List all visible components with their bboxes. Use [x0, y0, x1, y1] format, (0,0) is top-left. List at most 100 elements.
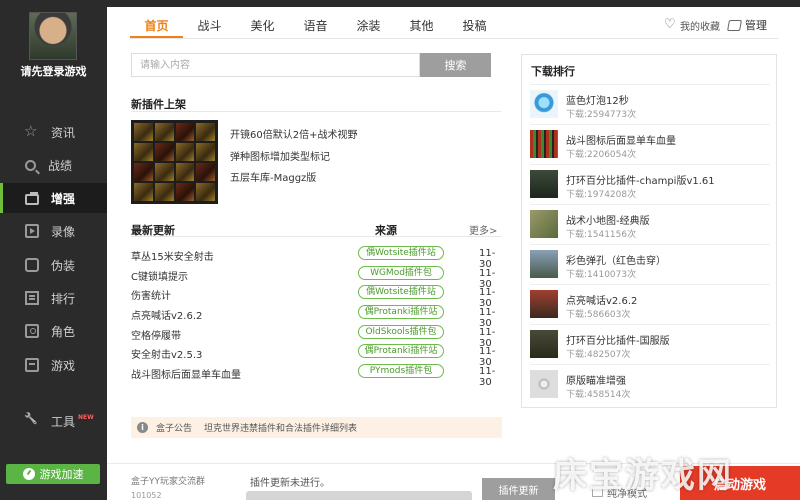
tab-battle[interactable]: 战斗	[183, 14, 236, 38]
search-input[interactable]	[131, 53, 420, 77]
plugin-thumbnail	[530, 170, 558, 198]
plugin-thumbnail	[530, 210, 558, 238]
sidebar-item-tools[interactable]: 工具 NEW	[0, 406, 107, 436]
sidebar-item-record[interactable]: 战绩	[0, 150, 107, 180]
more-link[interactable]: 更多>	[469, 222, 497, 237]
search-button[interactable]: 搜索	[420, 53, 491, 77]
source-badge[interactable]: 偶Protanki插件站	[358, 344, 444, 358]
list-item[interactable]: 彩色弹孔（红色击穿） 下载:1410073次	[530, 244, 770, 284]
update-name[interactable]: 伤害统计	[131, 287, 171, 302]
update-name[interactable]: 草丛15米安全射击	[131, 248, 214, 263]
login-prompt[interactable]: 请先登录游戏	[0, 63, 107, 79]
list-item[interactable]: 战斗图标后面显单车血量 下载:2206054次	[530, 124, 770, 164]
download-name[interactable]: 战术小地图-经典版	[566, 212, 650, 227]
tab-beautify[interactable]: 美化	[236, 14, 289, 38]
update-progress-bar	[246, 491, 472, 500]
sidebar: 请先登录游戏 资讯 战绩 增强 录像 伪装 排行 角色 游戏 工具 NEW 游戏…	[0, 0, 107, 500]
video-icon	[25, 224, 39, 238]
search-icon	[25, 159, 36, 171]
title-bar	[107, 0, 800, 7]
manage-link[interactable]: 管理	[727, 17, 767, 33]
table-row[interactable]: 战斗图标后面显单车血量 PYmods插件包 11-30	[131, 363, 503, 388]
table-row[interactable]: 空格停履带 OldSkools插件包 11-30	[131, 324, 503, 349]
sidebar-item-game[interactable]: 游戏	[0, 350, 107, 380]
download-name[interactable]: 打环百分比插件-国服版	[566, 332, 670, 347]
table-row[interactable]: 草丛15米安全射击 偶Wotsite插件站 11-30	[131, 245, 503, 270]
plugin-thumbnail	[530, 250, 558, 278]
new-plugin-link[interactable]: 弹种图标增加类型标记	[230, 148, 330, 163]
download-count: 下载:482507次	[566, 350, 631, 360]
pure-mode-checkbox[interactable]	[592, 486, 603, 497]
list-item[interactable]: 打环百分比插件-国服版 下载:482507次	[530, 324, 770, 364]
table-row[interactable]: 点亮喊话v2.6.2 偶Protanki插件站 11-30	[131, 304, 503, 329]
speedometer-icon	[22, 468, 35, 480]
table-row[interactable]: C键锁填提示 WGMod插件包 11-30	[131, 265, 503, 290]
download-count: 下载:1410073次	[566, 270, 637, 280]
new-plugin-link[interactable]: 开镜60倍默认2倍+战术视野	[230, 126, 357, 141]
download-ranking-title: 下载排行	[531, 65, 575, 78]
update-name[interactable]: 空格停履带	[131, 327, 181, 342]
sidebar-item-label: 伪装	[51, 258, 76, 273]
tab-home[interactable]: 首页	[130, 14, 183, 38]
download-name[interactable]: 蓝色灯泡12秒	[566, 92, 629, 107]
announcement-text[interactable]: 坦克世界违禁插件和合法插件详细列表	[204, 421, 357, 434]
tab-submit[interactable]: 投稿	[448, 14, 501, 38]
update-name[interactable]: C键锁填提示	[131, 268, 188, 283]
source-badge[interactable]: OldSkools插件包	[358, 325, 444, 339]
table-row[interactable]: 伤害统计 偶Wotsite插件站 11-30	[131, 284, 503, 309]
tab-voice[interactable]: 语音	[289, 14, 342, 38]
new-plugin-thumbnail[interactable]	[131, 120, 218, 204]
tab-camo[interactable]: 涂装	[342, 14, 395, 38]
download-count: 下载:2594773次	[566, 110, 637, 120]
source-badge[interactable]: 偶Wotsite插件站	[358, 246, 444, 260]
update-date: 11-30	[479, 366, 496, 388]
update-name[interactable]: 点亮喊话v2.6.2	[131, 307, 202, 322]
player-group-link[interactable]: 盒子YY玩家交流群	[131, 474, 205, 487]
sidebar-item-label: 资讯	[51, 125, 76, 140]
download-name[interactable]: 打环百分比插件-champi版v1.61	[566, 172, 715, 187]
tag-icon	[727, 19, 742, 31]
source-badge[interactable]: 偶Wotsite插件站	[358, 285, 444, 299]
plugin-update-button[interactable]: 插件更新	[482, 478, 555, 500]
disguise-icon	[25, 258, 39, 272]
download-name[interactable]: 点亮喊话v2.6.2	[566, 292, 637, 307]
source-badge[interactable]: WGMod插件包	[358, 266, 444, 280]
sidebar-item-ranking[interactable]: 排行	[0, 283, 107, 313]
download-count: 下载:586603次	[566, 310, 631, 320]
source-badge[interactable]: 偶Protanki插件站	[358, 305, 444, 319]
wrench-icon	[25, 414, 39, 428]
download-name[interactable]: 原版瞄准增强	[566, 372, 626, 387]
plugin-thumbnail	[530, 290, 558, 318]
download-count: 下载:1541156次	[566, 230, 637, 240]
sidebar-item-role[interactable]: 角色	[0, 316, 107, 346]
game-accelerate-button[interactable]: 游戏加速	[6, 464, 100, 484]
table-row[interactable]: 安全射击v2.5.3 偶Protanki插件站 11-30	[131, 343, 503, 368]
toolbox-icon	[25, 191, 39, 205]
update-name[interactable]: 战斗图标后面显单车血量	[131, 366, 241, 381]
sidebar-item-enhance[interactable]: 增强	[0, 183, 107, 213]
sidebar-item-replay[interactable]: 录像	[0, 216, 107, 246]
source-badge[interactable]: PYmods插件包	[358, 364, 444, 378]
sidebar-item-news[interactable]: 资讯	[0, 117, 107, 147]
list-item[interactable]: 原版瞄准增强 下载:458514次	[530, 364, 770, 404]
download-name[interactable]: 战斗图标后面显单车血量	[566, 132, 676, 147]
pure-mode-label[interactable]: 纯净模式	[607, 485, 647, 500]
download-ranking-panel: 下载排行 蓝色灯泡12秒 下载:2594773次 战斗图标后面显单车血量 下载:…	[521, 54, 777, 408]
list-item[interactable]: 打环百分比插件-champi版v1.61 下载:1974208次	[530, 164, 770, 204]
avatar[interactable]	[29, 12, 77, 60]
list-item[interactable]: 战术小地图-经典版 下载:1541156次	[530, 204, 770, 244]
update-status: 插件更新未进行。	[250, 478, 330, 489]
update-name[interactable]: 安全射击v2.5.3	[131, 346, 202, 361]
list-item[interactable]: 蓝色灯泡12秒 下载:2594773次	[530, 84, 770, 124]
download-name[interactable]: 彩色弹孔（红色击穿）	[566, 252, 666, 267]
announcement-bar[interactable]: i 盒子公告 坦克世界违禁插件和合法插件详细列表	[131, 417, 502, 438]
sidebar-item-label: 角色	[51, 324, 76, 339]
tab-other[interactable]: 其他	[395, 14, 448, 38]
crosshair-thumbnail	[530, 370, 558, 398]
plugin-thumbnail	[530, 130, 558, 158]
my-favorites-link[interactable]: 我的收藏	[664, 17, 720, 34]
sidebar-item-disguise[interactable]: 伪装	[0, 250, 107, 280]
list-item[interactable]: 点亮喊话v2.6.2 下载:586603次	[530, 284, 770, 324]
launch-game-button[interactable]: 启动游戏	[680, 466, 800, 500]
new-plugin-link[interactable]: 五层车库-Maggz版	[230, 169, 316, 184]
